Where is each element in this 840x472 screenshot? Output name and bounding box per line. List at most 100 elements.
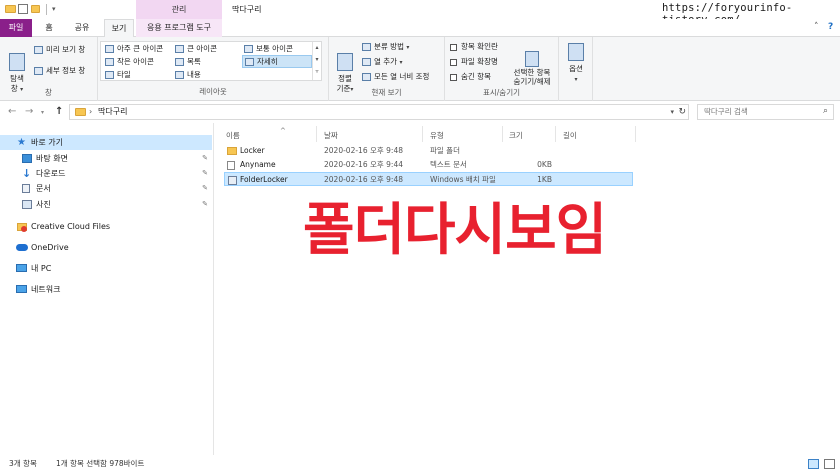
options-icon: [568, 43, 584, 61]
pin-icon[interactable]: ✎: [202, 151, 208, 166]
file-type: Windows 배치 파일: [430, 175, 496, 184]
tab-application-tools[interactable]: 응용 프로그램 도구: [136, 19, 222, 37]
column-divider[interactable]: [635, 126, 636, 142]
size-all-columns-button[interactable]: 모든 열 너비 조정: [362, 72, 429, 82]
folder-icon: [75, 108, 86, 116]
item-checkboxes-checkbox[interactable]: [450, 43, 457, 51]
layout-small-icons[interactable]: 작은 아이콘: [105, 56, 154, 67]
details-pane-button[interactable]: 세부 정보 창: [34, 66, 85, 76]
nav-this-pc[interactable]: 내 PC: [0, 261, 212, 276]
file-row[interactable]: Locker 2020-02-16 오후 9:48 파일 폴더: [224, 144, 633, 158]
show-hide-group-label: 표시/숨기기: [482, 88, 521, 97]
documents-icon: [22, 184, 30, 193]
details-view-icon[interactable]: [808, 459, 819, 469]
tab-view[interactable]: 보기: [104, 19, 134, 38]
column-divider[interactable]: [502, 126, 503, 142]
file-row[interactable]: FolderLocker 2020-02-16 오후 9:48 Windows …: [224, 172, 633, 186]
tab-home[interactable]: 홈: [38, 19, 60, 37]
file-date: 2020-02-16 오후 9:44: [324, 160, 403, 169]
medium-icons-icon: [244, 45, 253, 53]
contextual-tab-group-label: 관리: [136, 0, 222, 19]
forward-arrow-icon[interactable]: →: [25, 106, 33, 117]
recent-locations-icon[interactable]: ▾: [41, 109, 44, 116]
column-header-length[interactable]: 길이: [563, 130, 577, 141]
layout-gallery: 아주 큰 아이콘 큰 아이콘 보통 아이콘 작은 아이콘 목록 자세히 타일 내…: [100, 41, 322, 81]
hidden-items-checkbox[interactable]: [450, 73, 457, 81]
column-header-name[interactable]: 이름 ^: [226, 127, 286, 141]
item-checkboxes-toggle[interactable]: 항목 확인란: [450, 42, 498, 52]
quick-access-divider: [46, 4, 47, 15]
nav-creative-cloud[interactable]: Creative Cloud Files: [0, 219, 212, 234]
navigation-pane: ★ 바로 가기 바탕 화면 ✎ ↓ 다운로드 ✎ 문서 ✎ 사진 ✎ Creat…: [0, 123, 214, 455]
details-icon: [245, 58, 254, 66]
nav-network[interactable]: 네트워크: [0, 282, 212, 297]
file-row[interactable]: Anyname 2020-02-16 오후 9:44 텍스트 문서 0KB: [224, 158, 633, 172]
search-input[interactable]: 딱다구리 검색 ⌕: [697, 104, 834, 120]
properties-icon[interactable]: [18, 4, 28, 14]
layout-medium-icons[interactable]: 보통 아이콘: [244, 43, 293, 54]
panes-group: 탐색 창 ▾ 미리 보기 창 세부 정보 창 창: [0, 37, 98, 101]
creative-cloud-icon: [17, 222, 27, 232]
column-divider[interactable]: [422, 126, 423, 142]
desktop-icon: [22, 154, 32, 163]
batch-file-icon: [228, 176, 237, 185]
layout-tiles[interactable]: 타일: [105, 69, 131, 80]
network-icon: [16, 285, 27, 293]
pin-icon[interactable]: ✎: [202, 197, 208, 212]
preview-pane-button[interactable]: 미리 보기 창: [34, 45, 85, 55]
nav-desktop[interactable]: 바탕 화면 ✎: [0, 151, 212, 166]
breadcrumb-current[interactable]: 딱다구리: [98, 105, 127, 119]
collapse-ribbon-icon[interactable]: ˄: [814, 22, 819, 32]
current-view-group: 정렬 기준▾ 분류 방법 ▾ 열 추가 ▾ 모든 열 너비 조정 현재 보기: [329, 37, 445, 101]
new-folder-icon[interactable]: [31, 4, 41, 14]
add-columns-button[interactable]: 열 추가 ▾: [362, 57, 403, 68]
column-header-date[interactable]: 날짜: [324, 130, 338, 141]
hide-selected-button[interactable]: 선택한 항목 숨기기/해제: [509, 42, 555, 86]
nav-pictures[interactable]: 사진 ✎: [0, 197, 212, 212]
back-arrow-icon[interactable]: ←: [8, 106, 16, 117]
nav-onedrive[interactable]: OneDrive: [0, 240, 212, 255]
nav-downloads[interactable]: ↓ 다운로드 ✎: [0, 166, 212, 181]
large-icons-view-icon[interactable]: [824, 459, 835, 469]
folder-icon: [5, 4, 16, 14]
tab-share[interactable]: 공유: [66, 19, 98, 37]
nav-documents[interactable]: 문서 ✎: [0, 181, 212, 196]
address-field[interactable]: › 딱다구리 ▾ ↻: [69, 104, 689, 120]
search-icon[interactable]: ⌕: [823, 106, 828, 116]
status-bar: 3개 항목 1개 항목 선택함 978바이트: [0, 455, 840, 472]
group-by-button[interactable]: 분류 방법 ▾: [362, 42, 409, 53]
pictures-icon: [22, 200, 32, 209]
preview-pane-icon: [34, 46, 43, 54]
address-history-icon[interactable]: ▾: [670, 105, 674, 119]
file-extensions-toggle[interactable]: 파일 확장명: [450, 57, 498, 67]
column-divider[interactable]: [555, 126, 556, 142]
help-icon[interactable]: ?: [828, 22, 833, 32]
hide-selected-icon: [525, 51, 539, 67]
column-header-type[interactable]: 유형: [430, 130, 444, 141]
layout-content[interactable]: 내용: [175, 69, 201, 80]
customize-toolbar-icon[interactable]: ▾: [52, 4, 62, 14]
sort-ascending-icon: ^: [280, 127, 286, 135]
file-list-pane: 이름 ^ 날짜 유형 크기 길이 Locker 2020-02-16 오후 9:4…: [214, 123, 840, 455]
column-divider[interactable]: [316, 126, 317, 142]
column-header-size[interactable]: 크기: [509, 130, 523, 141]
star-icon: ★: [17, 137, 26, 148]
refresh-icon[interactable]: ↻: [678, 105, 686, 119]
hidden-items-toggle[interactable]: 숨긴 항목: [450, 72, 491, 82]
file-extensions-checkbox[interactable]: [450, 58, 457, 66]
layout-extra-large-icons[interactable]: 아주 큰 아이콘: [105, 43, 163, 54]
layout-gallery-scroll[interactable]: ▴ ▾ ▿: [312, 42, 321, 80]
layout-large-icons[interactable]: 큰 아이콘: [175, 43, 217, 54]
file-type: 텍스트 문서: [430, 160, 467, 169]
pin-icon[interactable]: ✎: [202, 181, 208, 196]
layout-list[interactable]: 목록: [175, 56, 201, 67]
tab-file[interactable]: 파일: [0, 19, 32, 37]
layout-details[interactable]: 자세히: [242, 55, 312, 68]
pin-icon[interactable]: ✎: [202, 166, 208, 181]
folder-icon: [227, 147, 237, 155]
group-by-icon: [362, 43, 371, 51]
layout-group-label: 레이아웃: [199, 87, 227, 96]
nav-quick-access[interactable]: ★ 바로 가기: [0, 135, 212, 150]
options-button[interactable]: 옵션 ▾: [566, 43, 586, 85]
up-arrow-icon[interactable]: ↑: [55, 106, 63, 117]
